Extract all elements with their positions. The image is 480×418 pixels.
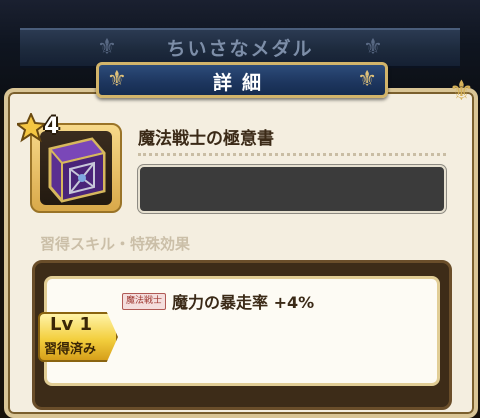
corner-ornament-icon: ⚜	[448, 74, 474, 107]
section-label: 習得スキル・特殊効果	[40, 235, 191, 253]
level-status: 習得済み	[44, 342, 97, 357]
fleur-right-icon: ⚜	[363, 35, 383, 60]
skill-text: 魔力の暴走率 +4%	[172, 293, 315, 312]
level-label: Lv 1	[50, 314, 92, 335]
class-tag: 魔法戦士	[122, 293, 166, 310]
detail-title: 詳細	[212, 72, 271, 94]
star-rank-icon	[17, 113, 48, 143]
back-header-title: ちいさなメダル	[166, 38, 314, 60]
detail-banner: ⚜ 詳細 ⚜	[96, 62, 388, 98]
star-count: 4	[44, 114, 60, 139]
item-description-box	[138, 165, 446, 213]
banner-fleur-right-icon: ⚜	[357, 67, 377, 92]
name-divider	[138, 153, 446, 156]
item-name: 魔法戦士の極意書	[138, 129, 274, 149]
